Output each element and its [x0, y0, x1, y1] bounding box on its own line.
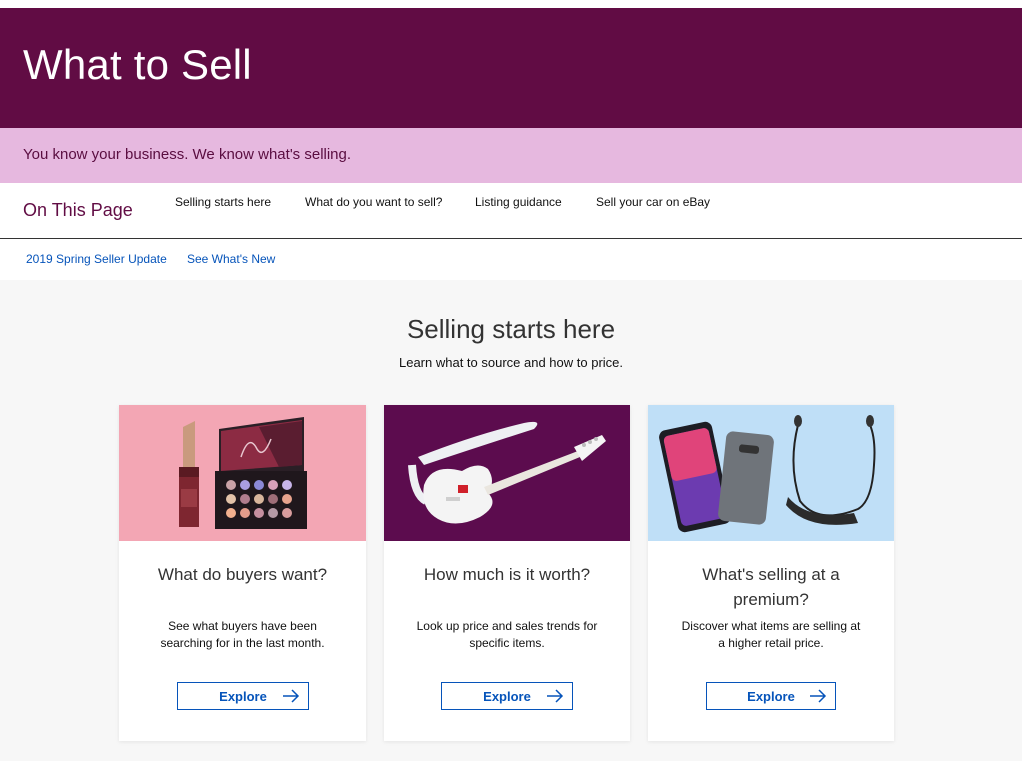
card-image-guitar — [384, 405, 630, 541]
card-selling-premium: What's selling at a premium? Discover wh… — [648, 405, 894, 741]
explore-button[interactable]: Explore — [706, 682, 836, 710]
nav-link-sell-your-car[interactable]: Sell your car on eBay — [596, 195, 710, 209]
tagline-banner: You know your business. We know what's s… — [0, 128, 1022, 183]
explore-button[interactable]: Explore — [441, 682, 573, 710]
see-whats-new-link[interactable]: See What's New — [187, 252, 275, 266]
on-this-page-label: On This Page — [23, 200, 133, 220]
tagline-text: You know your business. We know what's s… — [23, 146, 352, 163]
guitar-illustration — [384, 405, 630, 541]
card-title: What's selling at a premium? — [702, 565, 840, 609]
card-title: How much is it worth? — [423, 565, 591, 584]
nav-link-listing-guidance[interactable]: Listing guidance — [475, 195, 562, 209]
card-title: What do buyers want? — [157, 565, 328, 584]
nav-link-selling-starts-here[interactable]: Selling starts here — [175, 195, 271, 209]
arrow-right-icon — [547, 689, 564, 703]
updates-bar: 2019 Spring Seller Update See What's New — [0, 240, 1022, 280]
selling-starts-section: Selling starts here Learn what to source… — [0, 280, 1022, 761]
spring-update-link[interactable]: 2019 Spring Seller Update — [26, 252, 167, 266]
card-description: Look up price and sales trends for speci… — [416, 619, 598, 650]
card-image-electronics — [648, 405, 894, 541]
arrow-right-icon — [810, 689, 827, 703]
card-description: Discover what items are selling at a hig… — [681, 619, 861, 650]
page-title: What to Sell — [23, 41, 252, 88]
explore-button[interactable]: Explore — [177, 682, 309, 710]
hero-banner: What to Sell — [0, 8, 1022, 128]
arrow-right-icon — [283, 689, 300, 703]
card-buyers-want: What do buyers want? See what buyers hav… — [119, 405, 366, 741]
nav-link-what-to-sell[interactable]: What do you want to sell? — [305, 195, 442, 209]
electronics-illustration — [648, 405, 894, 541]
card-image-cosmetics — [119, 405, 366, 541]
cosmetics-illustration — [119, 405, 366, 541]
card-how-much-worth: How much is it worth? Look up price and … — [384, 405, 630, 741]
section-subtitle: Learn what to source and how to price. — [398, 355, 624, 370]
on-this-page-nav: On This Page Selling starts here What do… — [0, 183, 1022, 239]
card-description: See what buyers have been searching for … — [160, 619, 325, 650]
section-title: Selling starts here — [406, 314, 616, 344]
